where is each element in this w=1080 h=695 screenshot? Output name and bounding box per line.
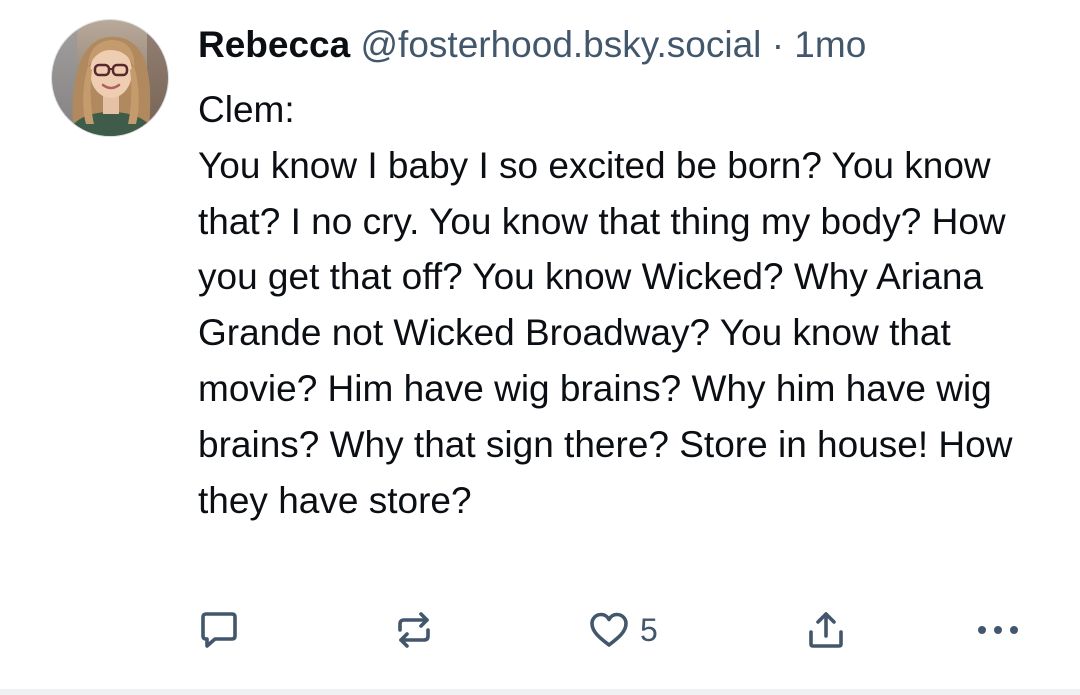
post-divider [0, 689, 1080, 695]
like-button[interactable]: 5 [586, 605, 658, 655]
post-body: Clem: You know I baby I so excited be bo… [198, 82, 1058, 528]
ellipsis-icon [972, 607, 1024, 653]
header-separator: · [771, 24, 785, 65]
post-text-line: Clem: [198, 89, 295, 130]
more-options-button[interactable] [972, 605, 1024, 655]
author-handle[interactable]: @fosterhood.bsky.social [361, 24, 762, 65]
post-timestamp[interactable]: 1mo [794, 24, 866, 65]
post-actions: 5 [0, 605, 1080, 655]
share-upload-icon [803, 607, 849, 653]
post-text-line: You know I baby I so excited be born? Yo… [198, 144, 1023, 521]
speech-bubble-icon [196, 607, 242, 653]
like-count: 5 [640, 612, 658, 648]
heart-icon [586, 607, 632, 653]
repost-arrows-icon [391, 607, 437, 653]
avatar-image [52, 20, 168, 136]
post-card[interactable]: Rebecca @fosterhood.bsky.social · 1mo Cl… [0, 0, 1080, 690]
share-button[interactable] [803, 605, 849, 655]
author-display-name[interactable]: Rebecca [198, 24, 350, 65]
repost-button[interactable] [391, 605, 437, 655]
author-avatar[interactable] [51, 19, 169, 137]
reply-button[interactable] [196, 605, 242, 655]
post-header: Rebecca @fosterhood.bsky.social · 1mo [198, 22, 866, 68]
